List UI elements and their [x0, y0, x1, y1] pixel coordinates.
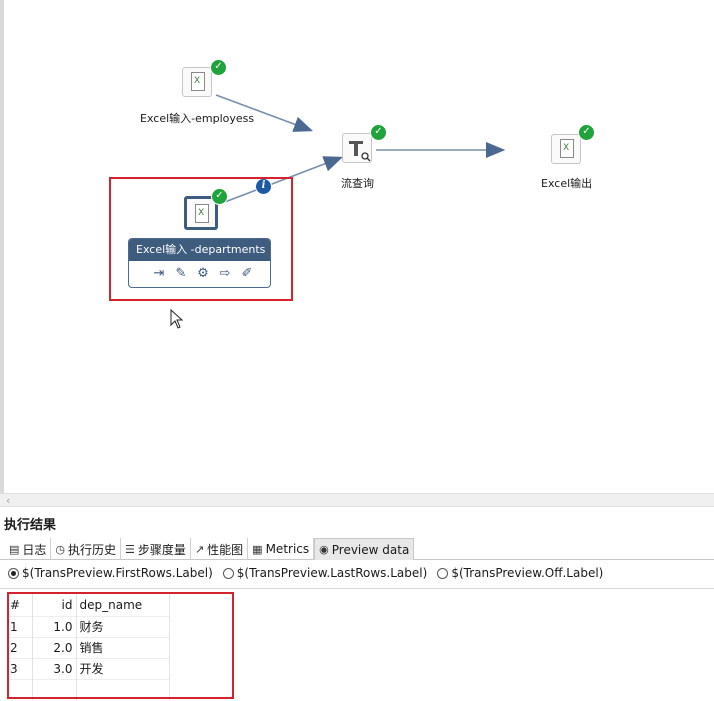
- success-check-icon: ✓: [578, 124, 595, 141]
- radio-last-rows[interactable]: $(TransPreview.LastRows.Label): [222, 566, 427, 580]
- canvas-horizontal-scrollbar[interactable]: ‹: [0, 493, 714, 507]
- radio-indicator[interactable]: [222, 567, 234, 579]
- excel-icon: X: [560, 139, 574, 158]
- tab-preview-data[interactable]: ◉ Preview data: [314, 538, 415, 560]
- tab-metrics[interactable]: ▦ Metrics: [248, 538, 315, 560]
- app-root: X ✓ Excel输入-employess ✓ 流查询 X ✓ Excel输出 …: [0, 0, 714, 701]
- tab-performance[interactable]: ↗ 性能图: [191, 538, 249, 560]
- lookup-icon: [349, 141, 371, 162]
- history-icon: ◷: [55, 542, 66, 556]
- execution-results-title: 执行结果: [4, 518, 57, 533]
- excel-icon: X: [191, 72, 205, 91]
- highlight-box-departments: [109, 177, 293, 301]
- radio-indicator[interactable]: [437, 567, 449, 579]
- step-excel-output[interactable]: X: [551, 134, 581, 164]
- mouse-cursor-icon: [170, 309, 184, 329]
- step-label-lookup: 流查询: [341, 177, 374, 190]
- scroll-left-icon[interactable]: ‹: [6, 494, 10, 507]
- step-excel-input-employees[interactable]: X: [182, 67, 212, 97]
- step-label-output: Excel输出: [541, 177, 593, 190]
- success-check-icon: ✓: [370, 124, 387, 141]
- radio-first-rows[interactable]: $(TransPreview.FirstRows.Label): [8, 566, 213, 580]
- tab-log[interactable]: ▤ 日志: [5, 538, 52, 560]
- log-icon: ▤: [9, 542, 20, 556]
- radio-indicator[interactable]: [8, 567, 19, 579]
- radio-off[interactable]: $(TransPreview.Off.Label): [437, 566, 603, 580]
- metrics-list-icon: ☰: [125, 542, 135, 556]
- tab-history[interactable]: ◷ 执行历史: [51, 538, 122, 560]
- success-check-icon: ✓: [210, 59, 227, 76]
- eye-icon: ◉: [319, 543, 329, 556]
- tab-step-metrics[interactable]: ☰ 步骤度量: [121, 538, 191, 560]
- metrics-icon: ▦: [252, 542, 263, 556]
- chart-icon: ↗: [194, 542, 205, 556]
- transformation-canvas[interactable]: X ✓ Excel输入-employess ✓ 流查询 X ✓ Excel输出 …: [0, 0, 714, 493]
- step-stream-lookup[interactable]: [342, 133, 372, 163]
- highlight-box-table: [7, 592, 234, 699]
- preview-mode-options: $(TransPreview.FirstRows.Label) $(TransP…: [8, 566, 603, 580]
- step-label-employees: Excel输入-employess: [140, 112, 255, 125]
- results-tabs: ▤ 日志 ◷ 执行历史 ☰ 步骤度量 ↗ 性能图 ▦ Metrics ◉ Pre…: [0, 538, 714, 560]
